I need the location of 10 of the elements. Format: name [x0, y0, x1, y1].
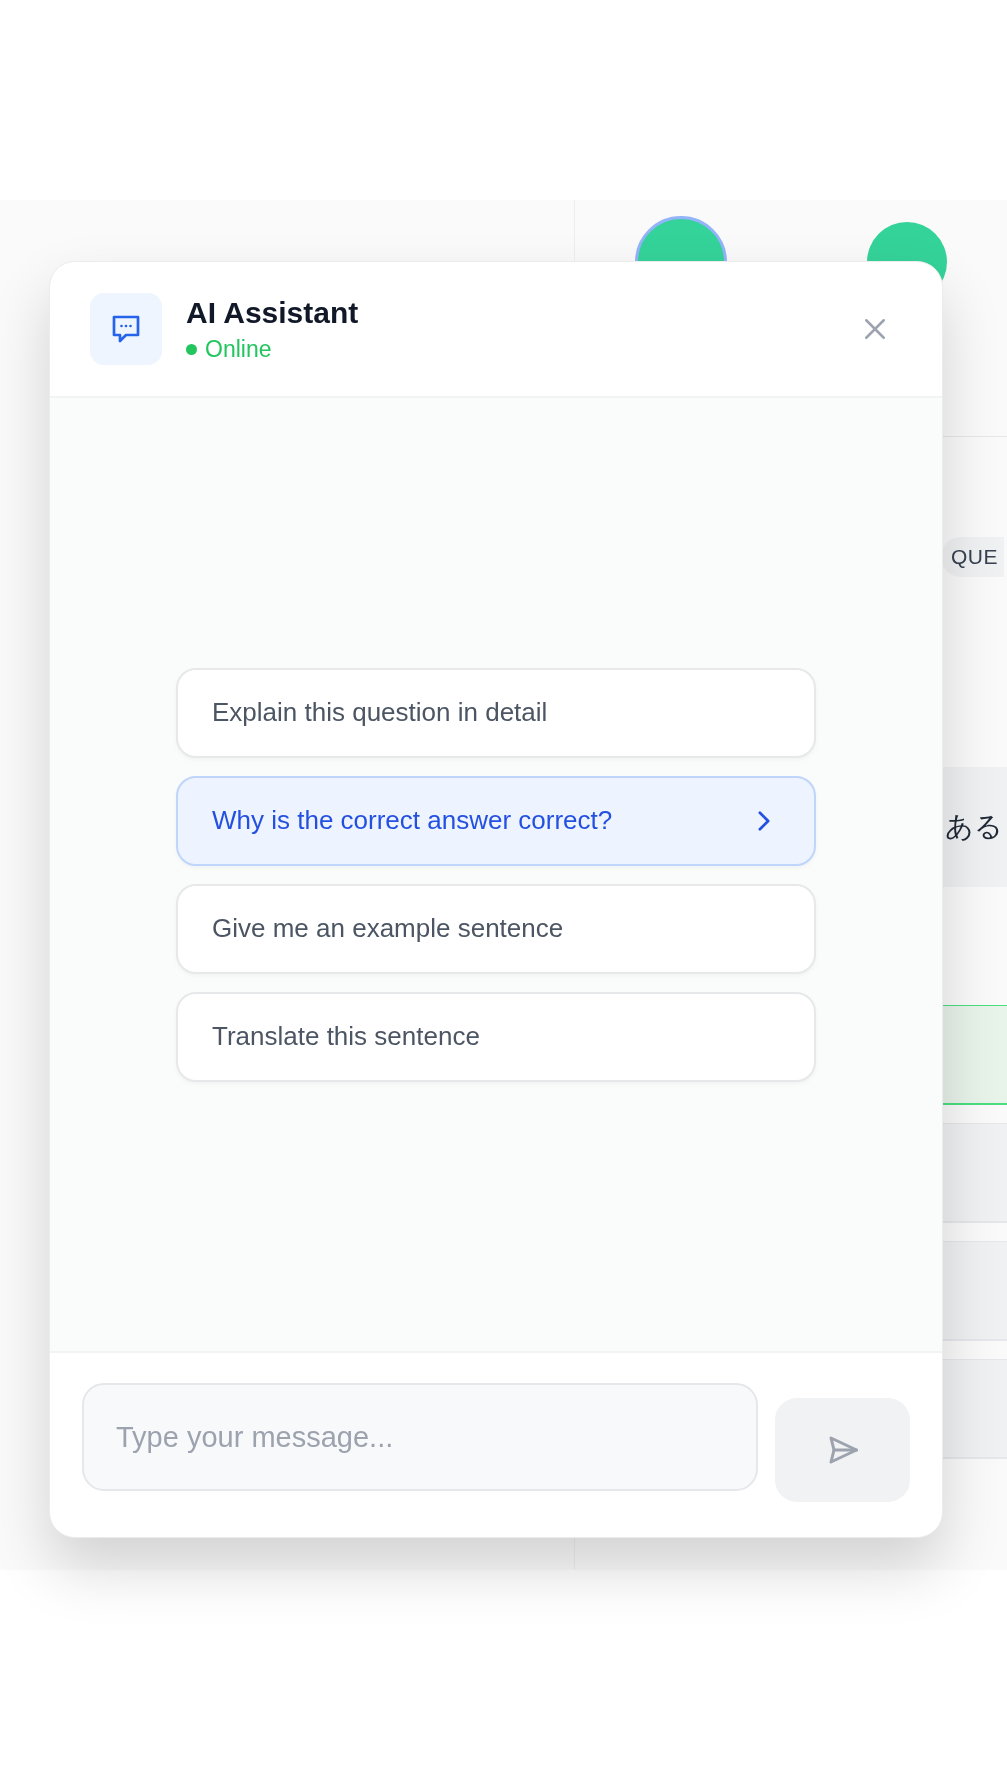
question-tag: QUE	[941, 537, 1004, 577]
chat-title: AI Assistant	[186, 295, 360, 330]
suggestion-button[interactable]: Give me an example sentence	[176, 883, 816, 974]
send-button[interactable]	[775, 1398, 910, 1502]
suggestion-button[interactable]: Translate this sentence	[176, 991, 816, 1082]
message-input[interactable]: Type your message...	[82, 1383, 758, 1491]
status-text: Online	[205, 335, 272, 363]
chat-bubble-icon	[90, 293, 162, 365]
suggestion-button[interactable]: Why is the correct answer correct?	[176, 775, 816, 866]
suggestion-button[interactable]: Explain this question in detail	[176, 667, 816, 758]
